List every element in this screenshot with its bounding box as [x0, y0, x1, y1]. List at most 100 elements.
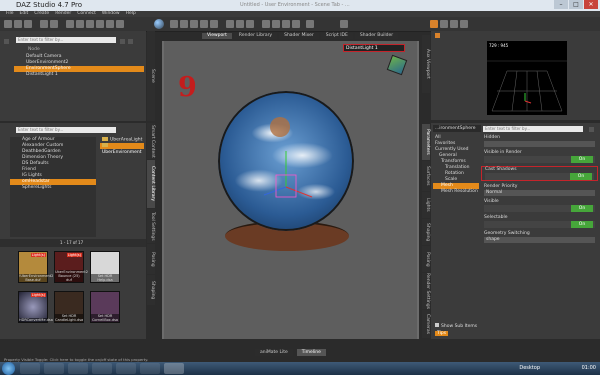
tab-aux-viewport[interactable]: Aux Viewport	[422, 35, 430, 93]
minimize-button[interactable]: –	[554, 0, 568, 9]
camera-tool-icon[interactable]	[180, 20, 188, 28]
open-icon[interactable]	[14, 20, 22, 28]
scene-filter-input[interactable]: Enter text to filter by...	[16, 37, 116, 43]
folder-item[interactable]: SphereLights	[10, 185, 96, 191]
tips-button[interactable]: Tips	[435, 331, 449, 336]
content-thumbnail[interactable]: Light(s) !UberEnvironment2 Base.duf	[18, 251, 53, 283]
taskbar-app-icon[interactable]	[140, 363, 160, 374]
surface-tool-icon[interactable]	[116, 20, 124, 28]
tab-surfaces[interactable]: Surfaces	[422, 161, 430, 191]
camera-select[interactable]: DistantLight 1	[343, 44, 405, 52]
new-icon[interactable]	[4, 20, 12, 28]
folder-icon	[102, 143, 108, 147]
tree-item[interactable]: Mesh Resolution	[433, 189, 479, 195]
node-select[interactable]: ...ironmentSphere	[433, 125, 481, 132]
light-tool-icon[interactable]	[170, 20, 178, 28]
scene-option-icon[interactable]	[120, 39, 125, 44]
tab-script-ide[interactable]: Script IDE	[320, 33, 353, 39]
tab-smart-content[interactable]: Smart Content	[147, 123, 155, 159]
tab-cameras[interactable]: Cameras	[422, 310, 430, 338]
camera-icon[interactable]	[306, 20, 314, 28]
undo-icon[interactable]	[40, 20, 48, 28]
scene-option2-icon[interactable]	[128, 39, 133, 44]
layout2-icon[interactable]	[440, 20, 448, 28]
maximize-button[interactable]: □	[569, 0, 583, 9]
tab-timeline[interactable]: Timeline	[296, 349, 326, 356]
tab-posing-left[interactable]: Posing	[147, 244, 155, 274]
rotate-tool-icon[interactable]	[86, 20, 94, 28]
selectable-toggle[interactable]: On	[484, 221, 595, 228]
tab-shaping-left[interactable]: Shaping	[147, 275, 155, 305]
tab-shaping[interactable]: Shaping	[422, 219, 430, 245]
render-icon[interactable]	[262, 20, 270, 28]
tab-shader-mixer[interactable]: Shader Mixer	[279, 33, 319, 39]
content-thumbnail[interactable]: Light(s) HDRConvertMe.dsa	[18, 291, 53, 323]
tab-lights[interactable]: Lights	[422, 192, 430, 218]
show-sub-items-checkbox[interactable]: Show Sub Items	[435, 323, 477, 329]
taskbar-app-icon[interactable]	[116, 363, 136, 374]
render-priority-dropdown[interactable]: Normal	[484, 190, 595, 196]
content-thumbnail[interactable]: Set HDR Help.dsa	[90, 251, 120, 283]
view-cube-icon[interactable]	[386, 54, 408, 76]
start-button-icon[interactable]	[2, 362, 15, 375]
visible-in-render-toggle[interactable]: On	[484, 156, 595, 163]
geometry-tool-icon[interactable]	[190, 20, 198, 28]
scene-column-node: Node	[28, 47, 40, 52]
snapshot-icon[interactable]	[340, 20, 348, 28]
subfolder-item-selected[interactable]: UberEnvironment	[100, 143, 144, 155]
property-selectable: Selectable On	[481, 215, 598, 228]
tab-posing[interactable]: Posing	[422, 246, 430, 272]
node-tool-icon[interactable]	[200, 20, 208, 28]
taskbar-daz-icon[interactable]	[164, 363, 184, 374]
aux-canvas[interactable]: 729 : 945	[487, 41, 567, 115]
select-tool-icon[interactable]	[66, 20, 74, 28]
taskbar-app-icon[interactable]	[68, 363, 88, 374]
universal-tool-icon[interactable]	[106, 20, 114, 28]
save-icon[interactable]	[24, 20, 32, 28]
tab-scene[interactable]: Scene	[147, 31, 155, 121]
layout4-icon[interactable]	[460, 20, 468, 28]
tab-parameters[interactable]: Parameters	[422, 124, 430, 160]
spotlight-icon[interactable]	[226, 20, 234, 28]
taskbar-app-icon[interactable]	[20, 363, 40, 374]
aux-camera-icon[interactable]	[435, 33, 440, 38]
tab-shader-builder[interactable]: Shader Builder	[354, 33, 399, 39]
taskbar-app-icon[interactable]	[44, 363, 64, 374]
tab-animate-lite[interactable]: aniMate Lite	[255, 349, 293, 356]
scene-item[interactable]: DistantLight 1	[14, 72, 144, 78]
viewport[interactable]: DistantLight 1 9	[162, 41, 419, 339]
cast-shadows-toggle[interactable]: On	[485, 173, 594, 180]
spot-render-icon[interactable]	[282, 20, 290, 28]
layout3-icon[interactable]	[450, 20, 458, 28]
iray-icon[interactable]	[292, 20, 300, 28]
scene-menu-icon[interactable]	[4, 39, 9, 44]
layout-icon[interactable]	[430, 20, 438, 28]
geometry-switching-dropdown[interactable]: shape	[484, 237, 595, 243]
render-sphere-icon[interactable]	[154, 19, 164, 29]
scale-tool-icon[interactable]	[96, 20, 104, 28]
property-dropdown[interactable]	[484, 141, 595, 147]
close-button[interactable]: ✕	[584, 0, 598, 9]
tab-tool-settings[interactable]: Tool Settings	[147, 209, 155, 243]
content-thumbnail[interactable]: Light(s) UberEnvironment2 Bounce (25) du…	[54, 251, 88, 283]
tab-render-settings[interactable]: Render Settings	[422, 273, 430, 309]
pointlight-icon[interactable]	[236, 20, 244, 28]
visible-toggle[interactable]: On	[484, 205, 595, 212]
parameters-filter-input[interactable]: Enter text to filter by...	[483, 126, 583, 132]
tab-render-library[interactable]: Render Library	[233, 33, 278, 39]
parameters-menu-icon[interactable]	[589, 127, 594, 132]
tab-content-library[interactable]: Content Library	[147, 160, 155, 208]
move-tool-icon[interactable]	[76, 20, 84, 28]
null-tool-icon[interactable]	[210, 20, 218, 28]
content-filter-input[interactable]: Enter text to filter by...	[16, 127, 116, 133]
distantlight-icon[interactable]	[246, 20, 254, 28]
taskbar-app-icon[interactable]	[92, 363, 112, 374]
redo-icon[interactable]	[50, 20, 58, 28]
tab-viewport[interactable]: Viewport	[202, 33, 232, 39]
environment-sphere[interactable]	[218, 91, 354, 231]
content-thumbnail[interactable]: Set HDR CornellBox.dsa	[90, 291, 120, 323]
render-settings-icon[interactable]	[272, 20, 280, 28]
content-thumbnail[interactable]: Set HDR CandleLight.dsa	[54, 291, 84, 323]
desktop-toolbar[interactable]: Desktop	[519, 365, 540, 371]
viewport-canvas[interactable]: DistantLight 1 9	[164, 41, 417, 339]
